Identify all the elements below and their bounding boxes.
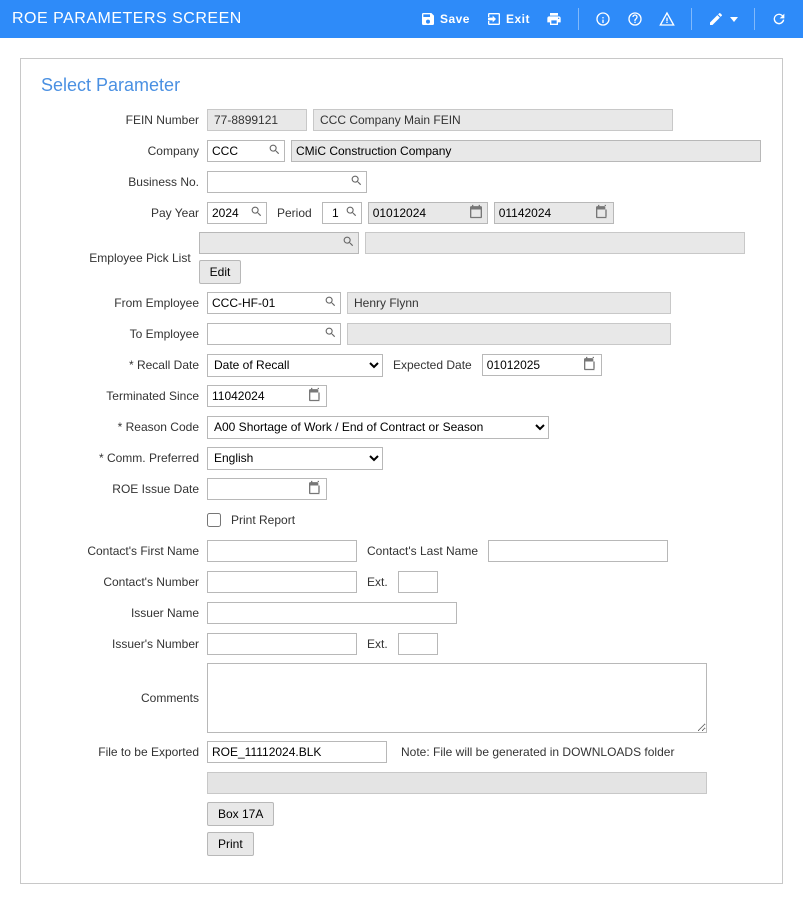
terminated-since-label: Terminated Since xyxy=(41,389,207,403)
issuer-number-label: Issuer's Number xyxy=(41,637,207,651)
comments-label: Comments xyxy=(41,691,207,705)
company-name-display xyxy=(291,140,761,162)
pay-year-input[interactable] xyxy=(207,202,267,224)
roe-issue-date-label: ROE Issue Date xyxy=(41,482,207,496)
separator xyxy=(691,8,692,30)
comm-preferred-select[interactable]: English xyxy=(207,447,383,470)
period-end-display xyxy=(494,202,614,224)
file-note: Note: File will be generated in DOWNLOAD… xyxy=(393,745,674,759)
reason-code-label: Reason Code xyxy=(41,420,207,434)
to-employee-name-display xyxy=(347,323,671,345)
panel-title: Select Parameter xyxy=(41,75,762,96)
issuer-name-label: Issuer Name xyxy=(41,606,207,620)
terminated-since-input[interactable] xyxy=(207,385,327,407)
from-employee-label: From Employee xyxy=(41,296,207,310)
print-report-checkbox[interactable] xyxy=(207,513,221,527)
fein-name-display: CCC Company Main FEIN xyxy=(313,109,673,131)
form-panel: Select Parameter FEIN Number 77-8899121 … xyxy=(20,58,783,884)
issuer-ext-label: Ext. xyxy=(363,637,392,651)
contacts-last-name-input[interactable] xyxy=(488,540,668,562)
business-no-input[interactable] xyxy=(207,171,367,193)
exit-button[interactable]: Exit xyxy=(482,7,534,31)
contacts-first-name-label: Contact's First Name xyxy=(41,544,207,558)
contacts-ext-input[interactable] xyxy=(398,571,438,593)
employee-pick-list-input[interactable] xyxy=(199,232,359,254)
refresh-icon xyxy=(771,11,787,27)
page-title: ROE PARAMETERS SCREEN xyxy=(12,10,416,28)
save-button[interactable]: Save xyxy=(416,7,474,31)
employee-pick-list-name-display xyxy=(365,232,745,254)
separator xyxy=(754,8,755,30)
company-label: Company xyxy=(41,144,207,158)
comments-textarea[interactable] xyxy=(207,663,707,733)
recall-date-label: Recall Date xyxy=(41,358,207,372)
box-17a-button[interactable]: Box 17A xyxy=(207,802,274,826)
file-exported-input[interactable] xyxy=(207,741,387,763)
edit-button[interactable]: Edit xyxy=(199,260,242,284)
employee-pick-list-label: Employee Pick List xyxy=(41,251,199,265)
save-icon xyxy=(420,11,436,27)
save-label: Save xyxy=(440,12,470,26)
exit-icon xyxy=(486,11,502,27)
edit-menu-button[interactable] xyxy=(704,7,742,31)
pay-year-label: Pay Year xyxy=(41,206,207,220)
business-no-label: Business No. xyxy=(41,175,207,189)
company-input[interactable] xyxy=(207,140,285,162)
roe-issue-date-input[interactable] xyxy=(207,478,327,500)
fein-number-label: FEIN Number xyxy=(41,113,207,127)
contacts-last-name-label: Contact's Last Name xyxy=(363,544,482,558)
help-button[interactable] xyxy=(623,7,647,31)
separator xyxy=(578,8,579,30)
contacts-number-input[interactable] xyxy=(207,571,357,593)
info-button[interactable] xyxy=(591,7,615,31)
expected-date-label: Expected Date xyxy=(389,358,476,372)
period-label: Period xyxy=(273,206,316,220)
period-input[interactable] xyxy=(322,202,362,224)
issuer-name-input[interactable] xyxy=(207,602,457,624)
warning-icon xyxy=(659,11,675,27)
refresh-button[interactable] xyxy=(767,7,791,31)
info-icon xyxy=(595,11,611,27)
pencil-icon xyxy=(708,11,724,27)
print-icon xyxy=(546,11,562,27)
issuer-ext-input[interactable] xyxy=(398,633,438,655)
contacts-ext-label: Ext. xyxy=(363,575,392,589)
from-employee-name-display: Henry Flynn xyxy=(347,292,671,314)
help-icon xyxy=(627,11,643,27)
titlebar-actions: Save Exit xyxy=(416,7,791,31)
warning-button[interactable] xyxy=(655,7,679,31)
to-employee-input[interactable] xyxy=(207,323,341,345)
file-exported-label: File to be Exported xyxy=(41,745,207,759)
titlebar: ROE PARAMETERS SCREEN Save Exit xyxy=(0,0,803,38)
expected-date-input[interactable] xyxy=(482,354,602,376)
period-start-display xyxy=(368,202,488,224)
contacts-first-name-input[interactable] xyxy=(207,540,357,562)
reason-code-select[interactable]: A00 Shortage of Work / End of Contract o… xyxy=(207,416,549,439)
contacts-number-label: Contact's Number xyxy=(41,575,207,589)
issuer-number-input[interactable] xyxy=(207,633,357,655)
print-button[interactable]: Print xyxy=(207,832,254,856)
fein-number-display: 77-8899121 xyxy=(207,109,307,131)
exit-label: Exit xyxy=(506,12,530,26)
comm-preferred-label: Comm. Preferred xyxy=(41,451,207,465)
print-report-label: Print Report xyxy=(231,513,295,527)
print-icon-button[interactable] xyxy=(542,7,566,31)
to-employee-label: To Employee xyxy=(41,327,207,341)
from-employee-input[interactable] xyxy=(207,292,341,314)
export-result-display xyxy=(207,772,707,794)
chevron-down-icon xyxy=(730,17,738,22)
recall-date-select[interactable]: Date of Recall xyxy=(207,354,383,377)
